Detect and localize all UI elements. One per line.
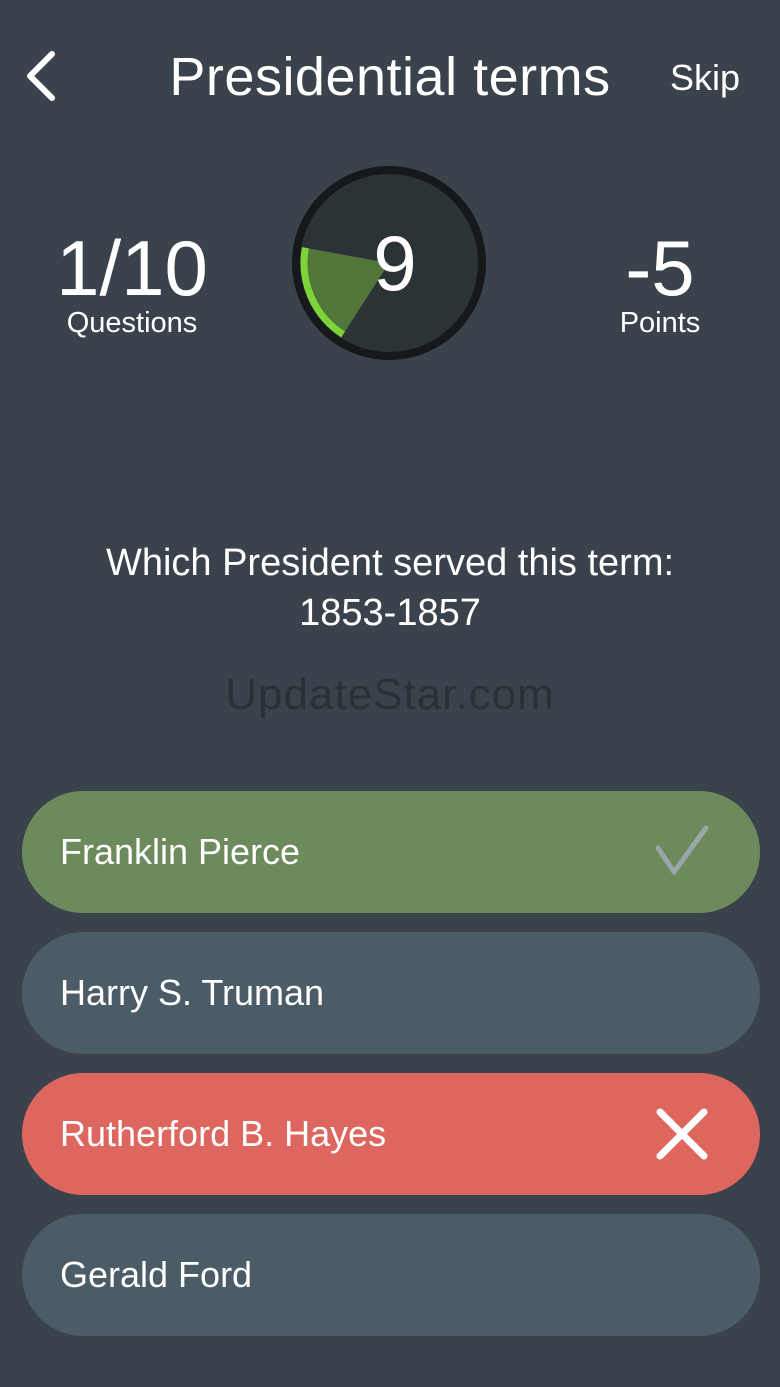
question-term: 1853-1857	[299, 592, 481, 634]
answer-label: Harry S. Truman	[60, 972, 325, 1013]
skip-button[interactable]: Skip	[670, 54, 740, 102]
watermark: UpdateStar.com	[225, 670, 555, 719]
questions-label: Questions	[66, 307, 198, 339]
question-text: Which President served this term: 1853-1…	[40, 538, 740, 638]
points-value: -5	[625, 224, 695, 312]
checkmark-icon	[655, 825, 709, 875]
close-icon	[656, 1108, 708, 1160]
answer-label: Rutherford B. Hayes	[60, 1113, 387, 1154]
answer-option-3[interactable]: Rutherford B. Hayes	[22, 1073, 760, 1195]
answer-option-4[interactable]: Gerald Ford	[22, 1214, 760, 1336]
answer-label: Gerald Ford	[60, 1254, 253, 1295]
countdown-timer: 9	[288, 162, 490, 364]
answer-option-1[interactable]: Franklin Pierce	[22, 791, 760, 913]
points-label: Points	[619, 307, 701, 339]
question-line-1: Which President served this term:	[105, 542, 675, 584]
answer-list: Franklin Pierce Harry S. Truman Rutherfo…	[22, 791, 760, 1355]
answer-option-2[interactable]: Harry S. Truman	[22, 932, 760, 1054]
header: Presidential terms Skip	[0, 0, 780, 160]
points-counter: -5 Points	[580, 228, 740, 340]
questions-counter: 1/10 Questions	[42, 228, 222, 340]
timer-seconds: 9	[373, 218, 417, 307]
questions-value: 1/10	[56, 224, 208, 312]
page-title: Presidential terms	[169, 47, 611, 107]
answer-label: Franklin Pierce	[60, 831, 301, 872]
